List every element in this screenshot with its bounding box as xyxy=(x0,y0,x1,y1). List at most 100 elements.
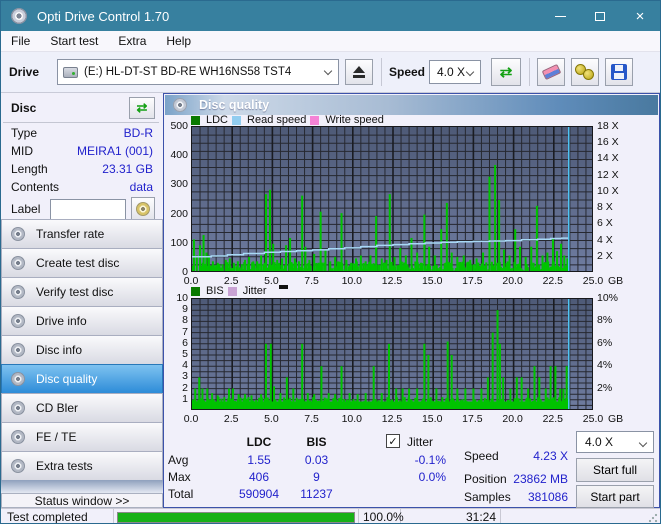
y-axis-tick: 100 xyxy=(170,236,188,249)
max-jitter-value: 0.0% xyxy=(418,470,446,484)
maximize-button[interactable] xyxy=(580,1,620,31)
eject-icon xyxy=(353,66,365,78)
x-axis-tick: 25.0 xyxy=(582,275,604,287)
disc-label-label: Label xyxy=(11,202,41,216)
toolbar-separator xyxy=(381,58,382,86)
chevron-down-icon xyxy=(323,66,333,76)
disc-refresh-button[interactable]: ⇄ xyxy=(129,97,155,119)
legend-label: LDC xyxy=(206,114,229,126)
sidebar-item-label: Disc quality xyxy=(36,372,98,386)
statusbar-filler xyxy=(501,509,660,523)
menu-start-test[interactable]: Start test xyxy=(40,32,108,50)
disc-type-value: BD-R xyxy=(123,126,153,140)
x-axis-tick: 20.0 xyxy=(502,413,523,425)
disc-icon xyxy=(11,343,25,357)
x-axis-tick: 5.0 xyxy=(264,413,279,425)
resize-grip[interactable] xyxy=(648,513,658,523)
test-speed-select[interactable]: 4.0 X xyxy=(576,431,654,453)
x-axis-tick: 22.5 xyxy=(542,275,564,287)
x-axis-tick: 2.5 xyxy=(223,413,239,425)
sidebar-item-create-test-disc[interactable]: Create test disc xyxy=(1,248,163,277)
right-axis-tick: 8 X xyxy=(597,201,613,214)
speed-select[interactable]: 4.0 X xyxy=(429,60,481,84)
jitter-column-header: Jitter xyxy=(407,435,434,449)
samples-value: 381086 xyxy=(527,490,568,504)
app-window: Opti Drive Control 1.70 × File Start tes… xyxy=(0,0,661,524)
app-cd-icon xyxy=(11,8,27,24)
cd-icon xyxy=(136,202,151,216)
disc-length-value: 23.31 GB xyxy=(102,162,153,176)
x-axis-unit: GB xyxy=(608,413,624,425)
disc-label-button[interactable] xyxy=(131,197,155,221)
progress-percent: 100.0% xyxy=(359,509,404,523)
disc-icon xyxy=(173,98,187,112)
sidebar-item-fe-te[interactable]: FE / TE xyxy=(1,422,163,451)
start-full-button[interactable]: Start full xyxy=(576,458,654,482)
sidebar: Disc ⇄ Type BD-R MID MEIRA1 (001) Length… xyxy=(1,93,163,508)
refresh-icon: ⇄ xyxy=(136,100,148,115)
status-window-button[interactable]: Status window >> xyxy=(1,493,163,508)
minimize-button[interactable] xyxy=(540,1,580,31)
legend-swatch-read-speed xyxy=(232,115,242,125)
y-axis-tick: 6 xyxy=(182,336,188,349)
ldc-error-chart xyxy=(191,126,593,272)
right-axis-tick: 4% xyxy=(597,359,613,372)
x-axis-tick: 15.0 xyxy=(421,413,443,425)
menu-bar: File Start test Extra Help xyxy=(1,31,660,52)
top-chart-legend: LDC Read speed Write speed xyxy=(191,114,384,126)
close-button[interactable]: × xyxy=(620,1,660,31)
sidebar-item-label: FE / TE xyxy=(36,430,77,444)
eject-button[interactable] xyxy=(345,59,373,85)
position-value: 23862 MB xyxy=(513,472,568,486)
menu-file[interactable]: File xyxy=(1,32,40,50)
y-axis-tick: 400 xyxy=(170,149,188,162)
menu-extra[interactable]: Extra xyxy=(108,32,156,50)
x-axis-tick: 7.5 xyxy=(304,275,319,287)
sidebar-item-cd-bler[interactable]: CD Bler xyxy=(1,393,163,422)
y-axis-tick: 10 xyxy=(176,292,188,304)
settings-button[interactable] xyxy=(571,58,599,86)
x-axis-tick: 22.5 xyxy=(542,413,564,425)
sidebar-item-transfer-rate[interactable]: Transfer rate xyxy=(1,219,163,248)
main-panel: Disc quality LDC Read speed Write speed 01… xyxy=(163,93,660,508)
disc-label-input[interactable] xyxy=(50,198,127,220)
y-axis-tick: 2 xyxy=(182,381,188,394)
drive-label: Drive xyxy=(9,65,40,79)
legend-label: Read speed xyxy=(247,114,307,126)
divider xyxy=(3,122,159,123)
right-axis-tick: 6% xyxy=(597,336,613,349)
minimize-icon xyxy=(554,15,566,17)
progress-bar xyxy=(117,511,355,523)
title-bar: Opti Drive Control 1.70 × xyxy=(1,1,660,31)
disc-icon xyxy=(11,256,25,270)
disc-panel: Disc ⇄ Type BD-R MID MEIRA1 (001) Length… xyxy=(1,93,163,221)
sidebar-item-disc-info[interactable]: Disc info xyxy=(1,335,163,364)
panel-title: Disc quality xyxy=(199,98,270,112)
save-button[interactable] xyxy=(605,58,633,86)
legend-label: BIS xyxy=(206,285,224,297)
sidebar-item-extra-tests[interactable]: Extra tests xyxy=(1,451,163,480)
disc-length-label: Length xyxy=(11,162,48,176)
start-part-button[interactable]: Start part xyxy=(576,485,654,508)
y-axis-tick: 5 xyxy=(182,348,188,360)
sidebar-item-label: Transfer rate xyxy=(36,227,105,241)
status-bar: Test completed 100.0% 31:24 xyxy=(1,508,660,523)
speed-label: Speed xyxy=(389,65,426,79)
right-axis-tick: 6 X xyxy=(597,217,613,230)
sidebar-item-label: Extra tests xyxy=(36,459,93,473)
sidebar-item-drive-info[interactable]: Drive info xyxy=(1,306,163,335)
sidebar-item-verify-test-disc[interactable]: Verify test disc xyxy=(1,277,163,306)
right-axis-tick: 4 X xyxy=(597,233,613,246)
top-chart-block: 0 100 200 300 400 500 2 X4 X6 X8 X 10 X 12 X 14 X… xyxy=(164,120,660,296)
jitter-checkbox[interactable]: ✓ xyxy=(386,434,400,448)
menu-help[interactable]: Help xyxy=(156,32,201,50)
drive-select[interactable]: (E:) HL-DT-ST BD-RE WH16NS58 TST4 xyxy=(57,59,339,85)
sidebar-item-disc-quality[interactable]: Disc quality xyxy=(1,364,163,393)
refresh-button[interactable]: ⇄ xyxy=(491,58,521,86)
save-icon xyxy=(611,64,627,80)
erase-disc-button[interactable] xyxy=(537,58,565,86)
disc-icon xyxy=(11,401,25,415)
legend-marker xyxy=(278,285,288,289)
panel-header: Disc quality xyxy=(165,95,658,115)
refresh-icon: ⇄ xyxy=(499,64,513,81)
